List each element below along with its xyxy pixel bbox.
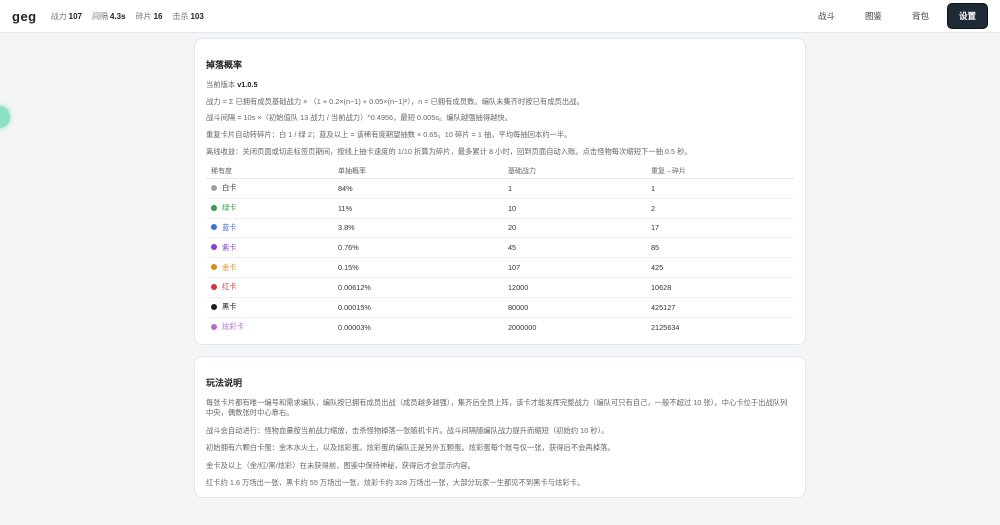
table-row: 蓝卡 3.8% 20 17 (206, 218, 794, 239)
rarity-dot-icon (211, 204, 217, 211)
rarity-dot-icon (211, 224, 217, 231)
base-power-cell: 1 (503, 178, 646, 199)
guide-line: 金卡及以上（金/红/黑/炫彩）在未获得前，图鉴中保持神秘，获得后才会显示内容。 (206, 460, 475, 470)
col-rarity: 稀有度 (206, 163, 333, 179)
table-header: 稀有度 单抽概率 基础战力 重复→碎片 (206, 163, 794, 179)
nav-battle-button[interactable]: 战斗 (806, 5, 847, 27)
col-base-power: 基础战力 (503, 163, 646, 179)
nav-settings-button[interactable]: 设置 (946, 3, 988, 29)
probability-cell: 3.8% (333, 218, 503, 239)
shards-cell: 1 (646, 178, 794, 199)
rarity-name: 绿卡 (222, 203, 237, 213)
shards-cell: 2 (646, 198, 794, 219)
drop-rate-card: 掉落概率 当前版本 v1.0.5 战力 = Σ 已拥有成员基础战力 × （1 +… (194, 38, 806, 345)
rarity-dot-icon (211, 303, 217, 310)
stat-kills: 击杀 103 (172, 11, 204, 21)
rarity-dot-icon (211, 323, 217, 330)
table-row: 绿卡 11% 10 2 (206, 198, 794, 219)
main-nav: 战斗 图鉴 背包 设置 (806, 3, 988, 29)
shards-cell: 2125634 (651, 322, 680, 332)
base-power-cell: 10 (503, 198, 646, 219)
rarity-dot-icon (211, 264, 217, 271)
rarity-cell: 炫彩卡 (206, 317, 333, 337)
rarity-name: 炫彩卡 (222, 322, 244, 332)
brand-logo: geg (12, 8, 37, 24)
base-power-cell: 20 (503, 218, 646, 239)
rarity-name: 紫卡 (222, 242, 237, 252)
rarity-name: 白卡 (222, 183, 237, 193)
shards-cell: 10628 (646, 277, 794, 298)
probability-cell: 0.15% (333, 257, 503, 278)
floating-blob (0, 106, 10, 128)
nav-codex-button[interactable]: 图鉴 (853, 5, 894, 27)
top-bar: geg 战力 107 间隔 4.3s 碎片 16 击杀 103 战斗 图鉴 背包 设置 (0, 0, 1000, 33)
rarity-cell: 绿卡 (206, 198, 333, 219)
rarity-dot-icon (211, 283, 217, 290)
guide-title: 玩法说明 (206, 378, 243, 388)
rarity-dot-icon (211, 244, 217, 251)
drop-rate-title: 掉落概率 (206, 60, 243, 70)
table-row: 金卡 0.15% 107 425 (206, 257, 794, 278)
shards-cell: 85 (646, 237, 794, 259)
shards-cell: 425 (646, 257, 794, 278)
probability-cell: 11% (333, 198, 503, 219)
table-row: 炫彩卡 0.00003% 2000000 2125634 (206, 317, 794, 337)
rarity-cell: 紫卡 (206, 237, 333, 259)
table-row: 紫卡 0.76% 45 85 (206, 237, 794, 259)
formula-interval: 战斗间隔 = 10s ×（初始值队 13 战力 / 当前战力）^0.4956，最… (206, 113, 512, 123)
probability-cell: 0.00015% (333, 297, 503, 318)
table-row: 黑卡 0.00015% 80000 425127 (206, 297, 794, 318)
col-probability: 单抽概率 (333, 163, 503, 179)
rule-duplicates: 重复卡片自动转碎片：白 1 / 绿 2；蓝及以上 = 该稀有度期望抽数 × 0.… (206, 130, 572, 140)
rarity-name: 红卡 (222, 282, 237, 292)
version-line: 当前版本 v1.0.5 (206, 80, 258, 89)
probability-cell: 84% (333, 178, 503, 199)
formula-power: 战力 = Σ 已拥有成员基础战力 × （1 + 0.2×(n−1) + 0.05… (206, 96, 584, 106)
shards-cell: 17 (646, 218, 794, 239)
stat-shards: 碎片 16 (135, 11, 163, 21)
rarity-cell: 白卡 (206, 178, 333, 199)
rarity-cell: 红卡 (206, 277, 333, 298)
table-row: 红卡 0.00612% 12000 10628 (206, 277, 794, 298)
base-power-cell: 80000 (503, 297, 646, 318)
probability-cell: 0.76% (333, 237, 503, 259)
rule-offline: 离线收益：关闭页面或切走标签页期间，按线上抽卡速度的 1/10 折算为碎片，最多… (206, 146, 692, 156)
base-power-cell: 45 (503, 237, 646, 259)
rarity-table: 稀有度 单抽概率 基础战力 重复→碎片 白卡 84% 1 1 绿卡 11% 10 2 蓝卡 3.8… (206, 163, 794, 336)
nav-bag-button[interactable]: 背包 (900, 5, 941, 27)
rarity-dot-icon (211, 184, 217, 191)
guide-line: 红卡约 1.6 万场出一张，黑卡约 55 万场出一张，炫彩卡约 328 万场出一… (206, 478, 585, 487)
col-shards: 重复→碎片 (646, 163, 794, 179)
rarity-cell: 金卡 (206, 257, 333, 278)
shards-cell: 425127 (646, 297, 794, 318)
guide-line: 初始拥有六颗白卡蛋：金木水火土，以及炫彩蛋。炫彩蛋的编队正是另外五颗蛋。炫彩蛋每… (206, 443, 615, 452)
guide-line: 每张卡片都有唯一编号和需求编队，编队按已拥有成员出战（成员越多越强），集齐后全员… (206, 398, 788, 417)
rarity-name: 蓝卡 (222, 222, 237, 232)
stat-power: 战力 107 (50, 11, 82, 21)
rarity-name: 金卡 (222, 262, 237, 272)
rarity-cell: 蓝卡 (206, 218, 333, 239)
gameplay-guide-card: 玩法说明 每张卡片都有唯一编号和需求编队，编队按已拥有成员出战（成员越多越强），… (194, 356, 806, 498)
rarity-cell: 黑卡 (206, 297, 333, 318)
base-power-cell: 12000 (503, 277, 646, 298)
rarity-name: 黑卡 (222, 302, 237, 312)
stat-interval: 间隔 4.3s (91, 11, 126, 21)
probability-cell: 0.00003% (338, 322, 371, 332)
guide-line: 战斗会自动进行：怪物血量按当前战力缩放，击杀怪物掉落一张随机卡片。战斗间隔随编队… (206, 425, 609, 435)
table-row: 白卡 84% 1 1 (206, 178, 794, 199)
base-power-cell: 107 (503, 257, 646, 278)
probability-cell: 0.00612% (333, 277, 503, 298)
base-power-cell: 2000000 (508, 322, 537, 332)
